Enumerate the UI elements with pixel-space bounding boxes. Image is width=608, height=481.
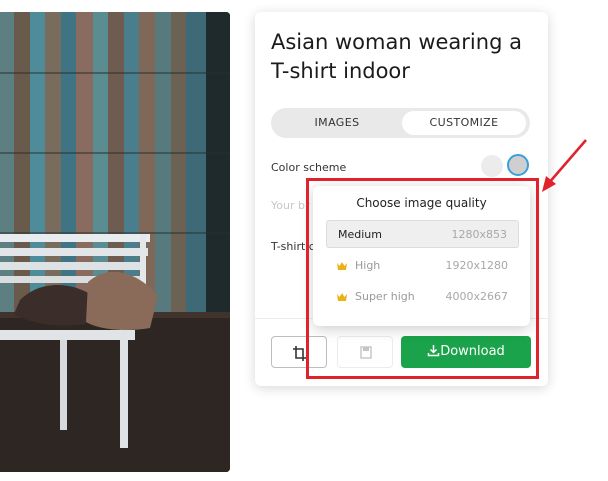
your-brand-input[interactable]: Your br <box>271 199 309 212</box>
color-scheme-label: Color scheme <box>271 161 347 174</box>
tab-customize[interactable]: CUSTOMIZE <box>402 111 526 135</box>
red-arrow-icon <box>542 139 587 192</box>
wood-wall-image <box>0 12 230 472</box>
highlight-box <box>306 178 539 379</box>
tab-switcher: IMAGES CUSTOMIZE <box>271 108 530 138</box>
tab-images[interactable]: IMAGES <box>274 111 400 135</box>
color-swatch-selected[interactable] <box>507 154 529 176</box>
photo-preview <box>0 12 230 472</box>
image-title: Asian woman wearing a T-shirt indoor <box>271 30 522 83</box>
color-swatch-light[interactable] <box>481 155 503 177</box>
